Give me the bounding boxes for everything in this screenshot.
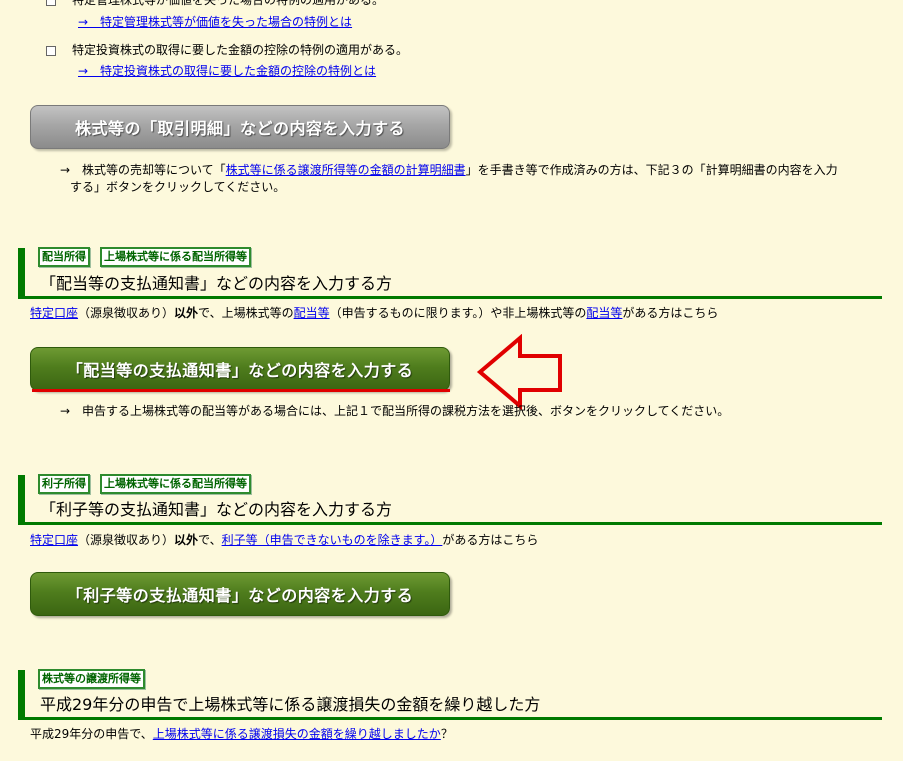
checkbox-tokutei-kanri[interactable]	[46, 0, 56, 6]
link-rishi-tou[interactable]: 利子等（申告できないものを除きます。）	[222, 533, 443, 547]
link-tokutei-toushi-explanation[interactable]: → 特定投資株式の取得に要した金額の控除の特例とは	[78, 63, 376, 80]
dividend-section-underline	[18, 296, 882, 299]
interest-description: 特定口座（源泉徴収あり）以外で、利子等（申告できないものを除きます。）がある方は…	[30, 533, 539, 547]
link-haitou-tou-unlisted[interactable]: 配当等	[586, 306, 622, 320]
link-loss-carryover[interactable]: 上場株式等に係る譲渡損失の金額を繰り越しましたか	[153, 727, 441, 741]
dividend-section-bar	[18, 248, 25, 298]
link-tokutei-koza[interactable]: 特定口座	[30, 306, 78, 320]
link-tokutei-koza[interactable]: 特定口座	[30, 533, 78, 547]
tag-dividend-income: 配当所得	[38, 247, 90, 267]
note-arrow: →	[60, 163, 71, 177]
red-left-arrow-icon	[476, 334, 562, 411]
dividend-section-title: 「配当等の支払通知書」などの内容を入力する方	[40, 274, 393, 293]
carryover-description: 平成29年分の申告で、上場株式等に係る譲渡損失の金額を繰り越しましたか？	[30, 727, 453, 741]
red-underline-annotation	[32, 389, 450, 392]
tag-listed-dividend-income: 上場株式等に係る配当所得等	[100, 247, 251, 267]
carryover-section-bar	[18, 670, 25, 720]
tag-interest-income: 利子所得	[38, 474, 90, 494]
interest-section-underline	[18, 522, 882, 525]
tag-stock-transfer-income: 株式等の譲渡所得等	[38, 669, 145, 689]
input-dividend-notice-button[interactable]: 「配当等の支払通知書」などの内容を入力する	[30, 347, 450, 391]
tag-listed-dividend-income: 上場株式等に係る配当所得等	[100, 474, 251, 494]
interest-section-bar	[18, 475, 25, 525]
link-tokutei-kanri-explanation[interactable]: → 特定管理株式等が価値を失った場合の特例とは	[78, 14, 352, 31]
carryover-section-underline	[18, 717, 882, 720]
input-interest-notice-button[interactable]: 「利子等の支払通知書」などの内容を入力する	[30, 572, 450, 616]
checkbox-tokutei-toushi-label: 特定投資株式の取得に要した金額の控除の特例の適用がある。	[72, 43, 409, 57]
note-arrow: →	[60, 404, 71, 418]
dividend-description: 特定口座（源泉徴収あり）以外で、上場株式等の配当等（申告するものに限ります。）や…	[30, 306, 719, 320]
checkbox-tokutei-toushi[interactable]	[46, 46, 56, 56]
checkbox-tokutei-kanri-label: 特定管理株式等が価値を失った場合の特例の適用がある。	[72, 0, 385, 7]
link-haitou-tou[interactable]: 配当等	[294, 306, 330, 320]
link-calculation-statement[interactable]: 株式等に係る譲渡所得等の金額の計算明細書	[226, 163, 466, 177]
dividend-note: → 申告する上場株式等の配当等がある場合には、上記１で配当所得の課税方法を選択後、…	[60, 404, 730, 418]
interest-section-title: 「利子等の支払通知書」などの内容を入力する方	[40, 500, 393, 519]
input-transaction-details-button[interactable]: 株式等の「取引明細」などの内容を入力する	[30, 105, 450, 149]
transaction-note: → 株式等の売却等について「株式等に係る譲渡所得等の金額の計算明細書」を手書き等で…	[60, 163, 838, 194]
carryover-section-title: 平成29年分の申告で上場株式等に係る譲渡損失の金額を繰り越した方	[40, 695, 541, 714]
